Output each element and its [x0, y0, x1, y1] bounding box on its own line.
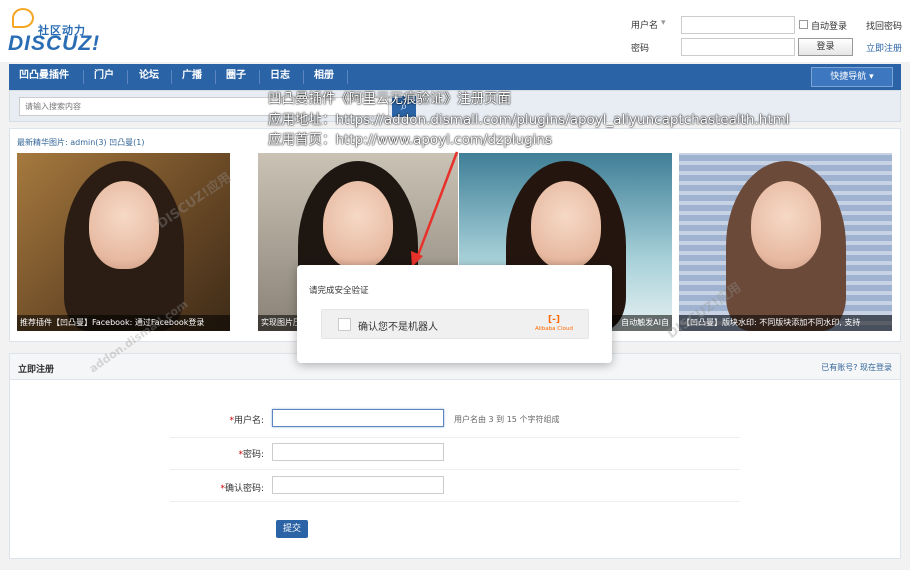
- header: 社区动力 DISCUZ! 用户名 ▾ 自动登录 找回密码 密码 登录 立即注册: [0, 0, 910, 62]
- photo-face: [323, 181, 393, 269]
- alibaba-cloud-logo: [-] Alibaba Cloud: [534, 315, 574, 335]
- nav-item-forum[interactable]: 论坛: [139, 64, 159, 90]
- username-field-label: *用户名:: [229, 416, 264, 426]
- security-verification-modal: 请完成安全验证 确认您不是机器人 [-] Alibaba Cloud: [297, 265, 612, 363]
- username-label: 用户名: [631, 21, 659, 31]
- logo-bubble-icon: [12, 8, 34, 28]
- have-account-login-link[interactable]: 已有账号? 现在登录: [821, 362, 892, 373]
- quick-nav-button[interactable]: 快捷导航 ▾: [811, 67, 893, 87]
- register-panel: 立即注册 已有账号? 现在登录 *用户名: 用户名由 3 到 15 个字符组成 …: [9, 353, 901, 559]
- main-nav: 凹凸曼插件 门户 论坛 广播 圈子 日志 相册 快捷导航 ▾: [9, 64, 901, 90]
- gallery-title[interactable]: 最新精华图片: admin(3) 凹凸曼(1): [17, 137, 145, 148]
- photo-face: [750, 181, 821, 269]
- nav-item-album[interactable]: 相册: [314, 64, 334, 90]
- nav-divider: [83, 70, 84, 84]
- username-field[interactable]: [272, 409, 444, 427]
- password-label: 密码: [631, 44, 650, 54]
- logo-wordmark: DISCUZ!: [8, 32, 101, 55]
- plugin-info-overlay: 凹凸曼插件《阿里云无痕验证》注册页面 应用地址：https://addon.di…: [268, 89, 790, 151]
- overlay-line-home: 应用首页：http://www.apoyl.com/dzplugins: [268, 132, 552, 148]
- quick-nav-label: 快捷导航: [830, 72, 867, 82]
- photo-caption: 【凹凸曼】版块水印: 不同版块添加不同水印, 支持: [679, 315, 892, 331]
- submit-button[interactable]: 提交: [276, 520, 308, 538]
- confirm-password-field[interactable]: [272, 476, 444, 494]
- login-password-input[interactable]: [681, 38, 795, 56]
- nav-divider: [215, 70, 216, 84]
- auto-login-label: 自动登录: [811, 22, 848, 32]
- captcha-widget[interactable]: 确认您不是机器人 [-] Alibaba Cloud: [321, 309, 589, 339]
- modal-title: 请完成安全验证: [309, 286, 369, 296]
- nav-divider: [127, 70, 128, 84]
- nav-divider: [303, 70, 304, 84]
- nav-item-plugin[interactable]: 凹凸曼插件: [19, 64, 69, 90]
- nav-divider: [171, 70, 172, 84]
- alibaba-cloud-icon: [-]: [548, 315, 560, 325]
- password-field-label: *密码:: [238, 450, 264, 460]
- nav-item-broadcast[interactable]: 广播: [182, 64, 202, 90]
- login-button[interactable]: 登录: [798, 38, 853, 56]
- photo-face: [88, 181, 159, 269]
- register-title: 立即注册: [18, 365, 55, 375]
- nav-item-portal[interactable]: 门户: [94, 64, 114, 90]
- chevron-down-icon[interactable]: ▾: [661, 18, 666, 28]
- form-divider: [170, 501, 740, 502]
- forgot-password-link[interactable]: 找回密码: [866, 19, 902, 32]
- auto-login-checkbox[interactable]: [799, 20, 808, 29]
- captcha-label: 确认您不是机器人: [358, 322, 438, 333]
- gallery-photo[interactable]: 推荐插件【凹凸曼】Facebook: 通过Facebook登录: [17, 153, 230, 331]
- overlay-line-title: 凹凸曼插件《阿里云无痕验证》注册页面: [268, 91, 511, 107]
- login-box: 用户名 ▾ 自动登录 找回密码 密码 登录 立即注册: [600, 14, 910, 58]
- nav-divider: [347, 70, 348, 84]
- nav-item-blog[interactable]: 日志: [270, 64, 290, 90]
- username-hint: 用户名由 3 到 15 个字符组成: [454, 415, 560, 424]
- login-username-input[interactable]: [681, 16, 795, 34]
- captcha-checkbox[interactable]: [338, 318, 351, 331]
- confirm-password-field-label: *确认密码:: [220, 484, 264, 494]
- overlay-line-url: 应用地址：https://addon.dismall.com/plugins/a…: [268, 111, 790, 128]
- site-logo[interactable]: 社区动力 DISCUZ!: [8, 8, 118, 58]
- register-link[interactable]: 立即注册: [866, 41, 902, 54]
- alibaba-cloud-name: Alibaba Cloud: [534, 326, 573, 332]
- password-field[interactable]: [272, 443, 444, 461]
- photo-face: [530, 181, 601, 269]
- photo-caption: 推荐插件【凹凸曼】Facebook: 通过Facebook登录: [17, 315, 230, 331]
- nav-item-groups[interactable]: 圈子: [226, 64, 246, 90]
- nav-divider: [259, 70, 260, 84]
- form-divider: [170, 469, 740, 470]
- form-divider: [170, 437, 740, 438]
